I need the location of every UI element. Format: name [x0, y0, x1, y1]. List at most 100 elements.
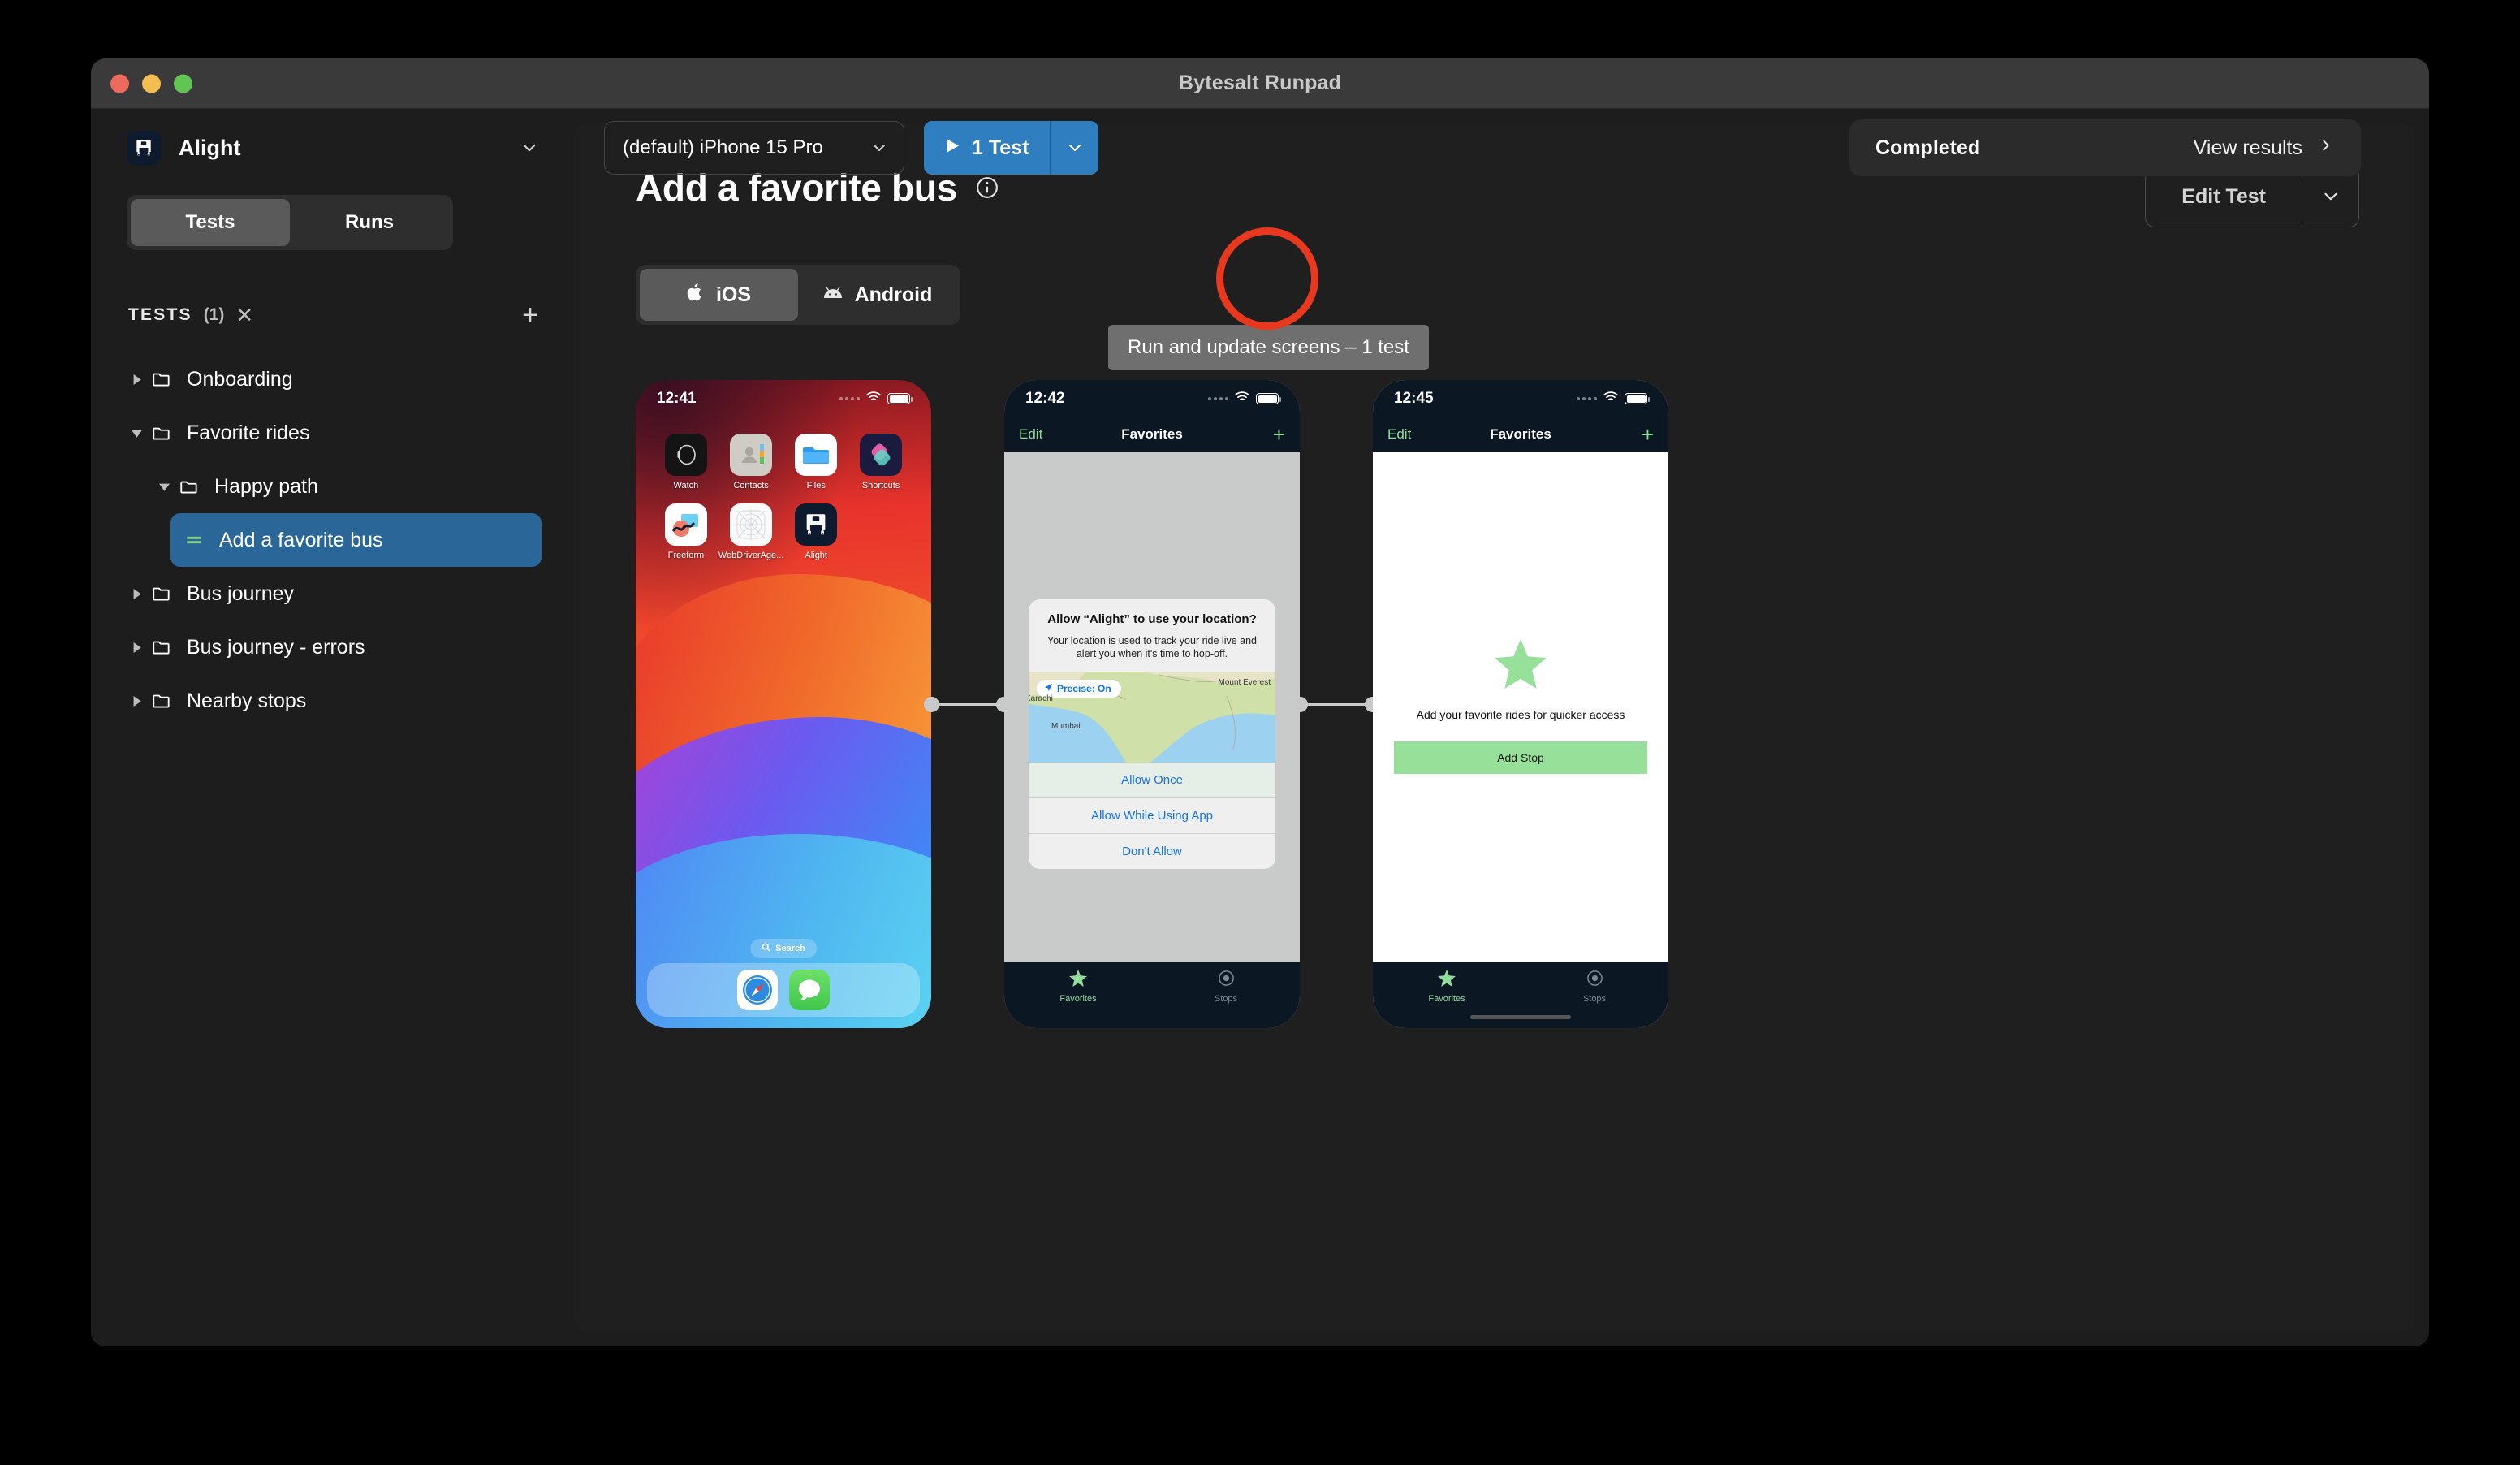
chevron-down-icon[interactable] [125, 428, 148, 439]
tab-label: Stops [1214, 994, 1238, 1004]
chevron-down-icon[interactable] [519, 137, 540, 158]
folder-icon [148, 369, 175, 390]
tab-ios[interactable]: iOS [640, 269, 798, 321]
chevron-right-icon[interactable] [125, 588, 148, 599]
tab-label: Favorites [1059, 994, 1097, 1004]
run-button-group[interactable]: 1 Test [924, 121, 1099, 175]
run-button-label: 1 Test [972, 136, 1029, 159]
allow-once-button[interactable]: Allow Once [1029, 763, 1275, 798]
tab-bar: Favorites Stops [1373, 962, 1668, 1028]
device-selector[interactable]: (default) iPhone 15 Pro [604, 121, 904, 175]
alight-app-icon [795, 503, 838, 546]
app-label: Watch [673, 481, 699, 490]
tree-item-bus-journey[interactable]: Bus journey [115, 567, 542, 620]
screen-thumbnail-favorites-empty[interactable]: 12:45 Edit Favorites + Add your favorite… [1373, 380, 1668, 1028]
play-icon [943, 136, 960, 160]
app-files[interactable]: Files [783, 434, 848, 490]
folder-icon [148, 690, 175, 711]
tab-favorites[interactable]: Favorites [1373, 970, 1521, 1004]
tree-item-label: Bus journey - errors [187, 635, 365, 659]
tree-item-add-a-favorite-bus[interactable]: Add a favorite bus [170, 513, 542, 567]
tab-label: Favorites [1428, 994, 1465, 1004]
folder-open-icon [175, 476, 203, 497]
connector-line [931, 703, 1004, 706]
tab-android[interactable]: Android [798, 269, 956, 321]
folder-open-icon [148, 422, 175, 443]
tree-item-label: Onboarding [187, 367, 293, 391]
freeform-app-icon [664, 503, 707, 546]
safari-app-icon[interactable] [737, 970, 778, 1010]
platform-label: iOS [715, 283, 752, 306]
alert-map-preview: Precise: On Karachi Mumbai Mount Everest [1029, 672, 1275, 763]
tab-stops[interactable]: Stops [1521, 970, 1668, 1004]
dont-allow-button[interactable]: Don't Allow [1029, 833, 1275, 870]
screen-thumbnail-location-permission[interactable]: 12:42 Edit Favorites + Allow “Alight” to… [1004, 380, 1300, 1028]
window-controls[interactable] [110, 74, 192, 93]
chevron-right-icon[interactable] [125, 374, 148, 385]
chevron-right-icon[interactable] [125, 642, 148, 653]
folder-icon [148, 637, 175, 658]
wifi-icon [1603, 391, 1618, 406]
tab-runs[interactable]: Runs [290, 199, 449, 246]
platform-segmented-control[interactable]: iOS Android [636, 265, 960, 325]
tree-item-onboarding[interactable]: Onboarding [115, 352, 542, 406]
wifi-icon [1235, 391, 1249, 406]
plus-icon[interactable]: + [522, 301, 538, 329]
cellular-icon [839, 397, 860, 400]
tree-item-happy-path[interactable]: Happy path [143, 460, 542, 513]
tree-item-label: Favorite rides [187, 421, 310, 444]
tab-favorites[interactable]: Favorites [1004, 970, 1152, 1004]
status-indicators [1577, 391, 1650, 406]
run-tests-button[interactable]: 1 Test [924, 121, 1051, 175]
minimize-window-button[interactable] [142, 74, 161, 93]
screen-thumbnail-home-screen[interactable]: 12:41 Watch Contacts Files Shortcuts Fre… [636, 380, 931, 1028]
tree-item-favorite-rides[interactable]: Favorite rides [115, 406, 542, 460]
map-label-karachi: Karachi [1029, 694, 1053, 704]
contacts-app-icon [730, 434, 773, 476]
battery-icon [887, 393, 913, 404]
maximize-window-button[interactable] [174, 74, 192, 93]
home-search-pill[interactable]: Search [750, 939, 817, 958]
tab-stops[interactable]: Stops [1152, 970, 1300, 1004]
chevron-down-icon[interactable] [869, 138, 889, 158]
window-title: Bytesalt Runpad [1178, 71, 1342, 94]
app-label: Shortcuts [861, 481, 900, 490]
nav-edit-button[interactable]: Edit [1019, 426, 1042, 443]
tree-item-bus-journey-errors[interactable]: Bus journey - errors [115, 620, 542, 674]
app-freeform[interactable]: Freeform [654, 503, 718, 560]
app-window: Bytesalt Runpad Alight Tests Runs TESTS … [91, 58, 2429, 1346]
app-webdriveragent[interactable]: WebDriverAge... [718, 503, 783, 560]
chevron-down-icon[interactable] [153, 482, 175, 492]
plus-icon[interactable]: + [1273, 424, 1285, 445]
folder-icon [148, 583, 175, 604]
run-options-caret-button[interactable] [1050, 121, 1099, 175]
nav-edit-button[interactable]: Edit [1387, 426, 1411, 443]
sidebar: Alight Tests Runs TESTS (1) ✕ + Onboardi… [91, 109, 574, 1346]
allow-while-using-app-button[interactable]: Allow While Using App [1029, 797, 1275, 834]
star-icon [1438, 970, 1456, 991]
wifi-icon [866, 391, 881, 406]
app-contacts[interactable]: Contacts [718, 434, 784, 490]
chevron-right-icon[interactable] [125, 695, 148, 707]
app-alight[interactable]: Alight [783, 503, 848, 560]
sidebar-segmented-control[interactable]: Tests Runs [127, 195, 453, 250]
device-selector-value: (default) iPhone 15 Pro [623, 136, 823, 158]
nav-bar: Edit Favorites + [1373, 417, 1668, 452]
close-window-button[interactable] [110, 74, 129, 93]
cellular-icon [1577, 397, 1597, 400]
android-icon [822, 283, 844, 307]
tab-tests[interactable]: Tests [131, 199, 290, 246]
view-results-link[interactable]: View results [2194, 136, 2335, 160]
battery-icon [1625, 393, 1650, 404]
plus-icon[interactable]: + [1642, 424, 1654, 445]
messages-app-icon[interactable] [789, 970, 830, 1010]
test-tree: Onboarding Favorite rides Happy path Add… [91, 352, 574, 728]
app-shortcuts[interactable]: Shortcuts [848, 434, 913, 490]
close-icon[interactable]: ✕ [235, 305, 253, 326]
add-stop-button[interactable]: Add Stop [1394, 741, 1647, 775]
test-lines-icon [180, 529, 208, 551]
nav-title: Favorites [1490, 426, 1551, 442]
tree-item-nearby-stops[interactable]: Nearby stops [115, 674, 542, 728]
app-switcher[interactable]: Alight [91, 109, 574, 187]
app-watch[interactable]: Watch [654, 434, 718, 490]
